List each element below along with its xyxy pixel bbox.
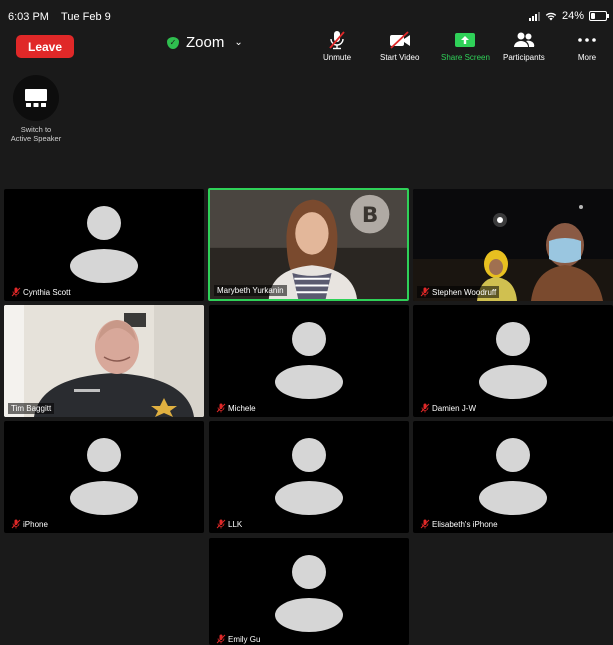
battery-icon: [589, 11, 609, 21]
participant-name: Marybeth Yurkanin: [217, 286, 284, 295]
participant-name: Emily Gu: [228, 634, 261, 644]
video-tile-cynthia-scott[interactable]: Cynthia Scott: [4, 189, 204, 301]
share-screen-label: Share Screen: [441, 53, 490, 62]
video-tile-tim-baggitt[interactable]: Tim Baggitt: [4, 305, 204, 417]
participant-video-feed: B: [210, 190, 407, 299]
meeting-title: Zoom: [186, 34, 225, 51]
video-camera-off-icon: [389, 31, 410, 49]
participants-icon: [513, 32, 535, 47]
meeting-title-dropdown[interactable]: ✓ Zoom ⌄: [167, 34, 243, 51]
wifi-icon: [545, 12, 557, 21]
switch-view-label: Switch to Active Speaker: [11, 125, 61, 143]
avatar-placeholder: [70, 206, 138, 284]
muted-mic-icon: [11, 287, 21, 297]
leave-button-label: Leave: [27, 39, 63, 54]
participant-name-tag: iPhone: [8, 518, 51, 530]
more-dots-icon: [578, 38, 596, 42]
avatar-placeholder: [479, 438, 547, 516]
avatar-placeholder: [70, 438, 138, 516]
participant-video-feed: [4, 305, 204, 417]
switch-view-label-line2: Active Speaker: [10, 134, 62, 143]
participant-name-tag: Michele: [213, 402, 259, 414]
avatar-placeholder: [275, 322, 343, 400]
participant-name-tag: Cynthia Scott: [8, 286, 74, 298]
video-tile-elisabeths-iphone[interactable]: Elisabeth's iPhone: [413, 421, 613, 533]
cellular-signal-icon: [528, 11, 540, 21]
start-video-button[interactable]: Start Video: [380, 30, 419, 62]
participant-name-tag: LLK: [213, 518, 246, 530]
microphone-muted-icon: [329, 31, 345, 50]
avatar-placeholder: [275, 438, 343, 516]
video-tile-stephen-woodruff[interactable]: Stephen Woodruff: [413, 189, 613, 301]
unmute-button[interactable]: Unmute: [323, 30, 351, 62]
participant-name-tag: Damien J-W: [417, 402, 480, 414]
status-date: Tue Feb 9: [61, 11, 111, 23]
participant-name-tag: Emily Gu: [213, 633, 264, 645]
more-label: More: [577, 53, 597, 62]
participant-video-feed: [413, 189, 613, 301]
svg-text:B: B: [362, 203, 378, 228]
zoom-meeting-screen: 6:03 PM Tue Feb 9 24% Leave ✓ Zoom ⌄ Unm…: [0, 0, 613, 645]
video-tile-damien-jw[interactable]: Damien J-W: [413, 305, 613, 417]
muted-mic-icon: [216, 634, 226, 644]
participant-name-tag: Tim Baggitt: [8, 403, 55, 414]
chevron-down-icon: ⌄: [234, 37, 243, 48]
participant-name: iPhone: [23, 519, 48, 529]
avatar-placeholder: [275, 555, 343, 633]
video-tile-michele[interactable]: Michele: [209, 305, 409, 417]
participant-name-tag: Marybeth Yurkanin: [214, 285, 287, 296]
unmute-label: Unmute: [323, 53, 352, 62]
shield-check-icon: ✓: [167, 36, 179, 49]
avatar-placeholder: [479, 322, 547, 400]
share-screen-icon: [455, 33, 476, 47]
battery-percent: 24%: [561, 10, 584, 22]
share-screen-button[interactable]: Share Screen: [441, 30, 490, 62]
leave-button[interactable]: Leave: [16, 35, 74, 58]
status-time: 6:03 PM Tue Feb 9: [8, 11, 111, 23]
video-tile-marybeth-yurkanin[interactable]: B Marybeth Yurkanin: [208, 188, 409, 301]
more-button[interactable]: More: [574, 30, 600, 62]
video-tile-emily-gu[interactable]: Emily Gu: [209, 538, 409, 645]
muted-mic-icon: [11, 519, 21, 529]
status-indicators: 24%: [528, 10, 609, 22]
participant-name: Michele: [228, 403, 256, 413]
video-tile-llk[interactable]: LLK: [209, 421, 409, 533]
active-speaker-view-icon: [25, 89, 47, 107]
status-bar: 6:03 PM Tue Feb 9 24%: [0, 0, 613, 30]
participant-name: Stephen Woodruff: [432, 287, 497, 297]
participant-name: Elisabeth's iPhone: [432, 519, 498, 529]
participant-name: Damien J-W: [432, 403, 477, 413]
status-clock: 6:03 PM: [8, 11, 49, 23]
participant-name: Cynthia Scott: [23, 287, 71, 297]
participant-name: LLK: [228, 519, 243, 529]
participants-button[interactable]: Participants: [503, 30, 545, 62]
participant-name-tag: Stephen Woodruff: [417, 286, 500, 298]
muted-mic-icon: [420, 519, 430, 529]
switch-view-label-line1: Switch to: [20, 125, 52, 134]
switch-to-active-speaker-button[interactable]: Switch to Active Speaker: [5, 75, 67, 143]
muted-mic-icon: [216, 403, 226, 413]
switch-view-circle: [13, 75, 59, 121]
muted-mic-icon: [420, 403, 430, 413]
start-video-label: Start Video: [380, 53, 420, 62]
participant-name-tag: Elisabeth's iPhone: [417, 518, 501, 530]
participants-label: Participants: [503, 53, 545, 62]
muted-mic-icon: [420, 287, 430, 297]
video-tile-iphone[interactable]: iPhone: [4, 421, 204, 533]
participant-name: Tim Baggitt: [11, 404, 52, 413]
muted-mic-icon: [216, 519, 226, 529]
